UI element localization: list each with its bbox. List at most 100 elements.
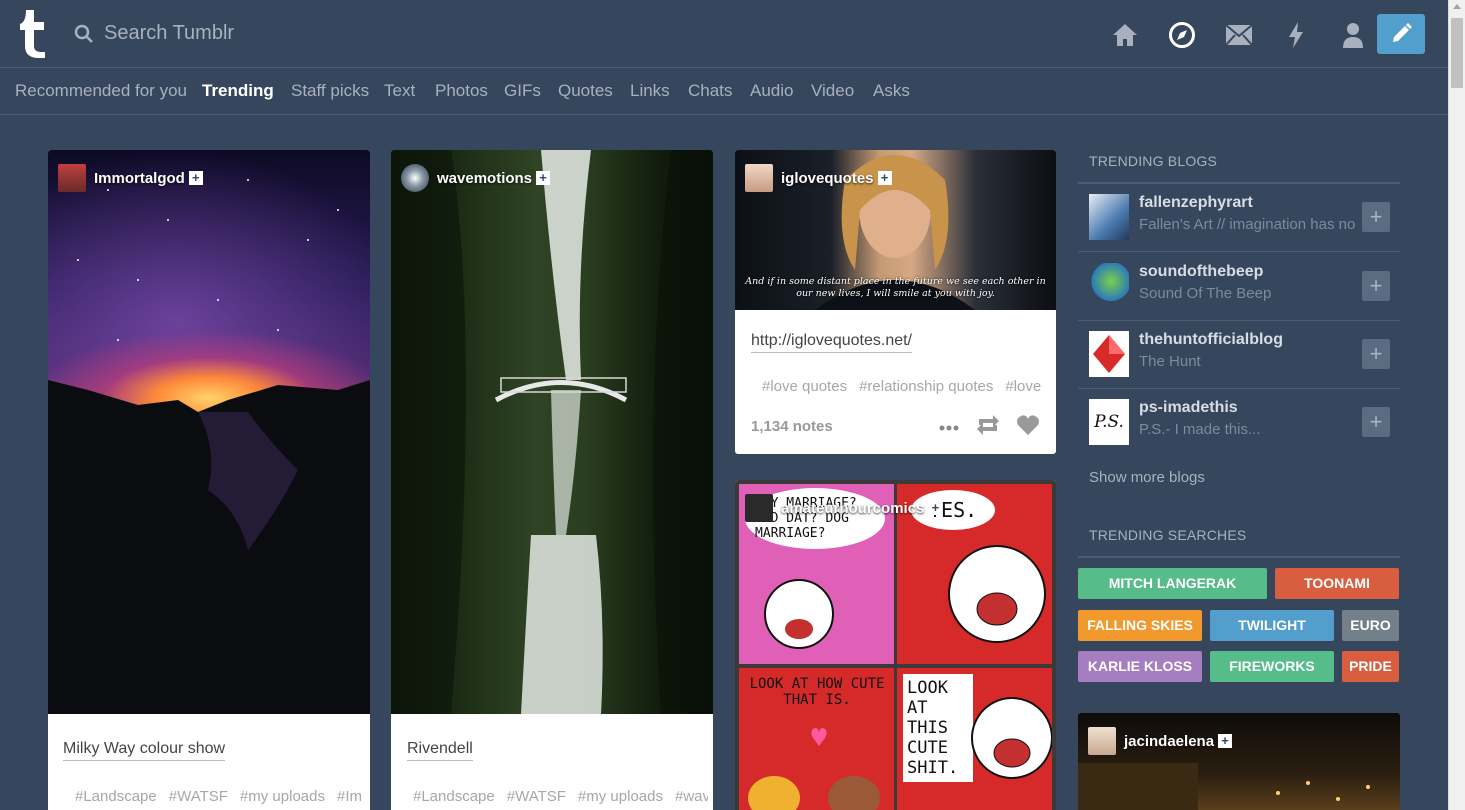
tag[interactable]: #relationship quotes xyxy=(859,378,993,395)
avatar[interactable] xyxy=(745,494,773,522)
avatar[interactable] xyxy=(745,164,773,192)
tumblr-logo[interactable] xyxy=(14,8,54,60)
trending-search-tag[interactable]: MITCH LANGERAK xyxy=(1078,568,1267,599)
blog-description: P.S.- I made this... xyxy=(1139,421,1261,438)
compose-button[interactable] xyxy=(1377,14,1425,54)
tag[interactable]: #love quotes xyxy=(762,378,847,395)
notes-count[interactable]: 1,134 notes xyxy=(751,418,833,435)
blog-name[interactable]: fallenzephyrart xyxy=(1139,194,1253,212)
post-card[interactable]: And if in some distant place in the futu… xyxy=(735,150,1056,454)
home-icon[interactable] xyxy=(1096,20,1153,50)
inbox-icon[interactable] xyxy=(1210,20,1267,50)
avatar[interactable]: P.S. xyxy=(1089,399,1129,445)
trending-search-tag[interactable]: PRIDE xyxy=(1342,651,1399,682)
avatar[interactable] xyxy=(1089,331,1129,377)
post-tags: #Landscape #WATSF #my uploads #Im xyxy=(75,788,365,805)
post-card[interactable]: SAY MARRIAGE? AND DAT? DOG MARRIAGE? YES… xyxy=(735,480,1056,810)
activity-icon[interactable] xyxy=(1267,20,1324,50)
blog-name[interactable]: iglovequotes xyxy=(781,170,874,187)
blog-name[interactable]: Immortalgod xyxy=(94,170,185,187)
post-photo[interactable]: SAY MARRIAGE? AND DAT? DOG MARRIAGE? YES… xyxy=(735,480,1056,810)
trending-blog-item[interactable]: P.S. ps-imadethis P.S.- I made this... + xyxy=(1078,389,1400,457)
avatar[interactable] xyxy=(1089,194,1129,240)
post-photo[interactable] xyxy=(48,150,370,714)
trending-search-tag[interactable]: EURO xyxy=(1342,610,1399,641)
post-caption[interactable]: Milky Way colour show xyxy=(63,740,226,761)
trending-blog-item[interactable]: thehuntofficialblog The Hunt + xyxy=(1078,321,1400,389)
tab-trending[interactable]: Trending xyxy=(202,81,274,101)
tab-asks[interactable]: Asks xyxy=(873,81,910,101)
follow-button[interactable]: + xyxy=(1362,271,1390,301)
scroll-thumb[interactable] xyxy=(1451,18,1463,88)
post-card[interactable]: Immortalgod + Milky Way colour show #Lan… xyxy=(48,150,370,810)
post-tags: #love quotes #relationship quotes #love xyxy=(762,378,1052,395)
image-quote-text: And if in some distant place in the futu… xyxy=(745,276,1046,299)
post-link[interactable]: http://iglovequotes.net/ xyxy=(751,332,912,353)
account-icon[interactable] xyxy=(1324,20,1381,50)
comic-panel: LOOK AT THIS CUTE SHIT. xyxy=(897,668,1052,810)
blog-name[interactable]: wavemotions xyxy=(437,170,532,187)
tab-recommended[interactable]: Recommended for you xyxy=(15,81,187,101)
follow-button[interactable]: + xyxy=(1362,407,1390,437)
explore-icon[interactable] xyxy=(1153,20,1210,50)
avatar-text: P.S. xyxy=(1094,412,1124,432)
tag[interactable]: #Im xyxy=(337,788,362,805)
tab-video[interactable]: Video xyxy=(811,81,854,101)
tab-staff-picks[interactable]: Staff picks xyxy=(291,81,369,101)
trending-blog-item[interactable]: soundofthebeep Sound Of The Beep + xyxy=(1078,253,1400,321)
avatar[interactable] xyxy=(58,164,86,192)
radar-post[interactable]: jacindaelena + xyxy=(1078,713,1400,810)
blog-name[interactable]: soundofthebeep xyxy=(1139,263,1263,281)
tab-text[interactable]: Text xyxy=(384,81,415,101)
tab-links[interactable]: Links xyxy=(630,81,670,101)
follow-icon[interactable]: + xyxy=(877,171,892,185)
follow-icon[interactable]: + xyxy=(536,171,551,185)
tab-chats[interactable]: Chats xyxy=(688,81,732,101)
blog-name[interactable]: amateurhourcomics xyxy=(781,500,924,517)
avatar[interactable] xyxy=(1088,727,1116,755)
landscape-silhouette xyxy=(48,179,370,714)
tag[interactable]: #Landscape xyxy=(413,788,495,805)
blog-description: Fallen's Art // imagination has no xyxy=(1139,216,1355,233)
trending-search-tag[interactable]: TOONAMI xyxy=(1275,568,1399,599)
tab-quotes[interactable]: Quotes xyxy=(558,81,613,101)
tag[interactable]: #Landscape xyxy=(75,788,157,805)
tag[interactable]: #WATSF xyxy=(169,788,228,805)
tab-audio[interactable]: Audio xyxy=(750,81,793,101)
tag[interactable]: #waver xyxy=(675,788,708,805)
blog-name[interactable]: thehuntofficialblog xyxy=(1139,331,1283,349)
trending-blog-item[interactable]: fallenzephyrart Fallen's Art // imaginat… xyxy=(1078,184,1400,252)
follow-button[interactable]: + xyxy=(1362,202,1390,232)
tab-gifs[interactable]: GIFs xyxy=(504,81,541,101)
search-box[interactable] xyxy=(74,22,324,45)
avatar[interactable] xyxy=(401,164,429,192)
more-icon[interactable] xyxy=(939,424,959,432)
trending-search-tag[interactable]: TWILIGHT xyxy=(1210,610,1334,641)
tab-photos[interactable]: Photos xyxy=(435,81,488,101)
trending-blogs-title: TRENDING BLOGS xyxy=(1089,153,1218,169)
search-input[interactable] xyxy=(104,22,324,45)
reblog-icon[interactable] xyxy=(976,414,1000,436)
scroll-up-arrow-icon[interactable] xyxy=(1453,4,1461,9)
trending-search-tag[interactable]: KARLIE KLOSS xyxy=(1078,651,1202,682)
post-caption[interactable]: Rivendell xyxy=(407,740,473,761)
trending-search-tag[interactable]: FIREWORKS xyxy=(1210,651,1334,682)
show-more-blogs-link[interactable]: Show more blogs xyxy=(1089,469,1205,486)
like-icon[interactable] xyxy=(1016,414,1040,436)
follow-icon[interactable]: + xyxy=(188,171,203,185)
follow-button[interactable]: + xyxy=(1362,339,1390,369)
follow-icon[interactable]: + xyxy=(1218,734,1233,748)
explore-tabs: Recommended for you Trending Staff picks… xyxy=(0,69,1448,115)
post-photo[interactable] xyxy=(391,150,713,714)
blog-name[interactable]: ps-imadethis xyxy=(1139,399,1238,417)
avatar[interactable] xyxy=(1089,263,1129,309)
tag[interactable]: #my uploads xyxy=(240,788,325,805)
blog-name[interactable]: jacindaelena xyxy=(1124,733,1214,750)
tag[interactable]: #WATSF xyxy=(507,788,566,805)
tag[interactable]: #my uploads xyxy=(578,788,663,805)
page-scrollbar[interactable] xyxy=(1448,0,1465,810)
post-card[interactable]: wavemotions + Rivendell #Landscape #WATSF… xyxy=(391,150,713,810)
follow-icon[interactable]: + xyxy=(928,501,943,515)
trending-search-tag[interactable]: FALLING SKIES xyxy=(1078,610,1202,641)
tag[interactable]: #love xyxy=(1005,378,1041,395)
